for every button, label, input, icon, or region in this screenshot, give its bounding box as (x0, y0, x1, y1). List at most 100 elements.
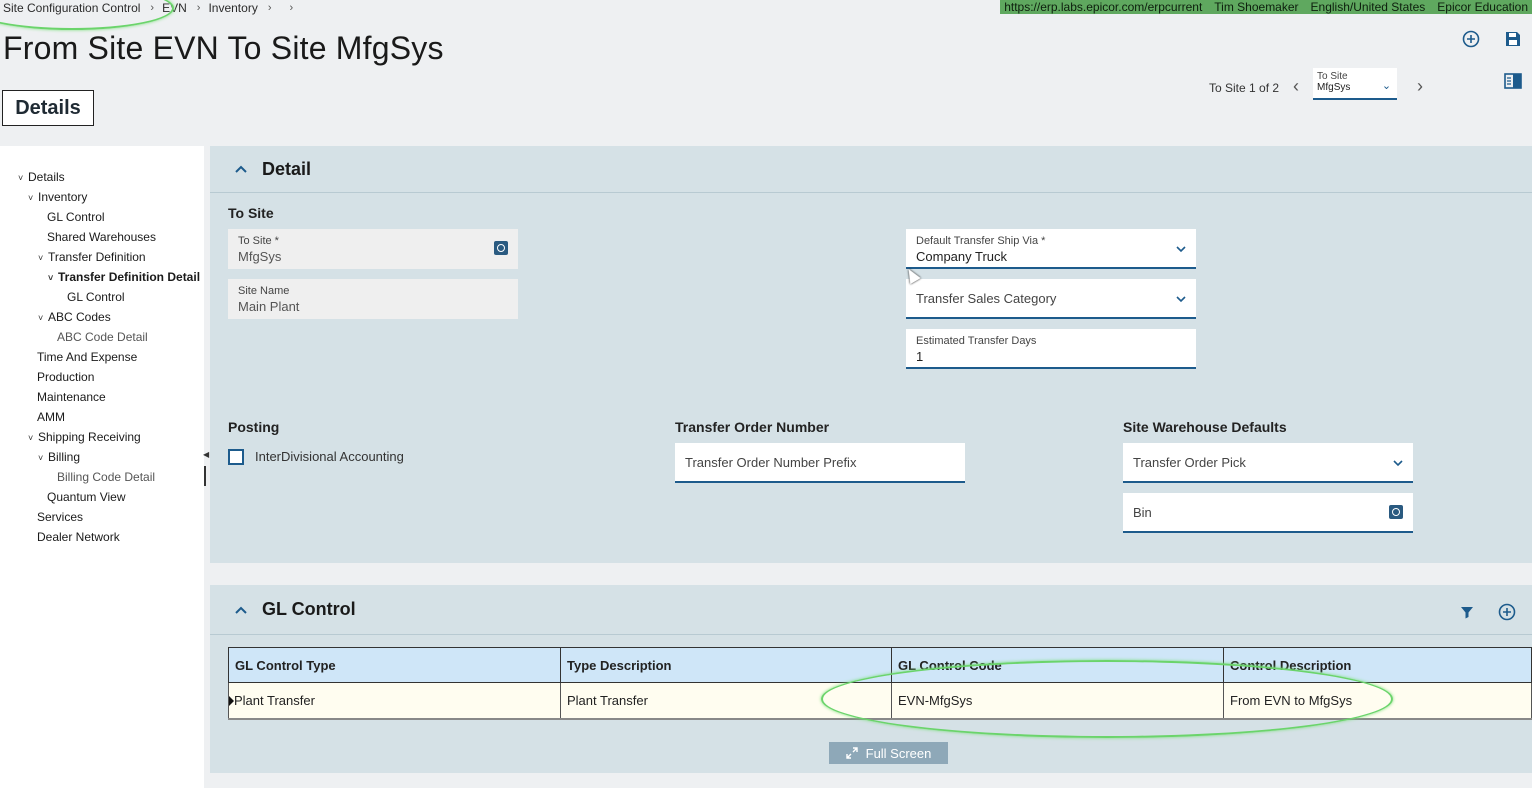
chevron-down-icon (1176, 292, 1186, 306)
site-warehouse-defaults-section-label: Site Warehouse Defaults (1123, 419, 1287, 435)
tree-splitter[interactable] (204, 466, 206, 486)
tree-item-gl-control[interactable]: GL Control (37, 210, 105, 224)
column-header-gl-control-type[interactable]: GL Control Type (228, 647, 561, 683)
page-title: From Site EVN To Site MfgSys (3, 30, 444, 66)
estimated-transfer-days-field[interactable]: Estimated Transfer Days 1 (906, 329, 1196, 369)
search-icon[interactable] (1389, 505, 1403, 519)
site-name-label: Site Name (238, 285, 290, 297)
expand-icon[interactable]: ˅ (28, 433, 38, 443)
gl-toolbar (1456, 601, 1518, 623)
chevron-up-icon[interactable] (234, 602, 248, 618)
tab-details[interactable]: Details (2, 90, 94, 126)
expand-icon[interactable]: ˅ (28, 193, 38, 203)
save-icon[interactable] (1502, 28, 1524, 50)
expand-icon (845, 747, 858, 759)
breadcrumb-item-site-config[interactable]: Site Configuration Control (3, 1, 146, 15)
sales-category-placeholder: Transfer Sales Category (916, 291, 1057, 306)
transfer-order-pick-placeholder: Transfer Order Pick (1133, 455, 1246, 470)
to-site-selector[interactable]: To Site MfgSys ⌄ (1313, 68, 1398, 100)
add-row-icon[interactable] (1496, 601, 1518, 623)
tree-item-billing[interactable]: ˅ Billing (38, 450, 80, 464)
bin-input[interactable]: Bin (1123, 493, 1413, 533)
expand-icon[interactable]: ˅ (38, 253, 48, 263)
pager-label: To Site 1 of 2 (1209, 81, 1280, 95)
tree-item-inventory[interactable]: ˅ Inventory (28, 190, 87, 204)
expand-icon[interactable]: ˅ (38, 313, 48, 323)
detail-panel: Detail To Site To Site * MfgSys Site Nam… (210, 146, 1532, 563)
company-name[interactable]: Epicor Education (1437, 0, 1528, 14)
column-header-gl-control-code[interactable]: GL Control Code (891, 647, 1224, 683)
full-screen-button[interactable]: Full Screen (829, 742, 948, 764)
chevron-right-icon[interactable]: › (1417, 76, 1423, 97)
cell-type-description[interactable]: Plant Transfer (560, 682, 892, 720)
sales-category-dropdown[interactable]: Transfer Sales Category (906, 279, 1196, 319)
server-url: https://erp.labs.epicor.com/erpcurrent (1004, 0, 1203, 14)
to-site-section-label: To Site (228, 205, 274, 221)
breadcrumb-separator-icon: › (150, 2, 155, 14)
breadcrumb-item-evn[interactable]: EVN (162, 1, 193, 15)
panel-toggle-icon[interactable] (1502, 70, 1524, 92)
gl-control-grid: GL Control Type Type Description GL Cont… (228, 647, 1532, 720)
tree-item-production[interactable]: Production (27, 370, 94, 384)
cell-control-description[interactable]: From EVN to MfgSys (1223, 682, 1532, 720)
chevron-down-icon (1393, 456, 1403, 470)
tree-item-maintenance[interactable]: Maintenance (27, 390, 106, 404)
chevron-down-icon (1176, 242, 1186, 256)
locale[interactable]: English/United States (1311, 0, 1426, 14)
chevron-down-icon: ⌄ (1381, 80, 1392, 92)
site-name-value: Main Plant (238, 299, 300, 314)
gl-control-panel-title: GL Control (262, 599, 356, 619)
system-info-bar: https://erp.labs.epicor.com/erpcurrent T… (1000, 0, 1532, 14)
expand-icon[interactable]: ˅ (18, 173, 28, 183)
tree-item-shared-warehouses[interactable]: Shared Warehouses (37, 230, 156, 244)
breadcrumb-separator-icon: › (289, 2, 294, 14)
tree-item-time-and-expense[interactable]: Time And Expense (27, 350, 137, 364)
tree-item-transfer-definition-detail[interactable]: ˅ Transfer Definition Detail (48, 270, 200, 284)
site-name-field[interactable]: Site Name Main Plant (228, 279, 518, 319)
tree-item-abc-code-detail[interactable]: ABC Code Detail (47, 330, 148, 344)
transfer-order-prefix-placeholder: Transfer Order Number Prefix (685, 455, 857, 470)
column-header-control-description[interactable]: Control Description (1223, 647, 1532, 683)
interdivisional-checkbox[interactable] (228, 449, 244, 465)
estimated-transfer-days-value: 1 (916, 349, 924, 364)
detail-panel-header[interactable]: Detail (210, 146, 1532, 193)
tree-item-dealer-network[interactable]: Dealer Network (27, 530, 120, 544)
tree-item-quantum-view[interactable]: Quantum View (37, 490, 126, 504)
expand-icon[interactable]: ˅ (48, 273, 58, 283)
transfer-order-prefix-input[interactable]: Transfer Order Number Prefix (675, 443, 965, 483)
search-icon[interactable] (494, 241, 508, 255)
tree-item-billing-code-detail[interactable]: Billing Code Detail (47, 470, 155, 484)
tree-item-details[interactable]: ˅ Details (18, 170, 65, 184)
column-header-type-description[interactable]: Type Description (560, 647, 892, 683)
chevron-up-icon[interactable] (234, 161, 248, 177)
interdivisional-label: InterDivisional Accounting (255, 449, 404, 464)
expand-icon[interactable]: ˅ (38, 453, 48, 463)
gl-control-panel: GL Control GL Control Type Type Descript… (210, 585, 1532, 773)
ship-via-dropdown[interactable]: Default Transfer Ship Via * Company Truc… (906, 229, 1196, 269)
cell-gl-control-code[interactable]: EVN-MfgSys (891, 682, 1224, 720)
add-new-icon[interactable] (1460, 28, 1482, 50)
transfer-order-pick-dropdown[interactable]: Transfer Order Pick (1123, 443, 1413, 483)
to-site-field[interactable]: To Site * MfgSys (228, 229, 518, 269)
estimated-transfer-days-label: Estimated Transfer Days (916, 335, 1037, 347)
tree-item-services[interactable]: Services (27, 510, 83, 524)
tree-item-shipping-receiving[interactable]: ˅ Shipping Receiving (28, 430, 141, 444)
record-pager: To Site 1 of 2 ‹ To Site MfgSys ⌄ › (1209, 68, 1423, 100)
chevron-left-icon[interactable]: ‹ (1293, 76, 1299, 97)
tree-item-gl-control-sub[interactable]: GL Control (57, 290, 125, 304)
to-site-label: To Site * (238, 235, 279, 247)
navigation-tree: ˅ Details ˅ Inventory GL Control Shared Wa… (0, 146, 204, 788)
cell-gl-control-type[interactable]: Plant Transfer (228, 682, 561, 720)
user-name[interactable]: Tim Shoemaker (1214, 0, 1298, 14)
breadcrumb-item-inventory[interactable]: Inventory (208, 1, 263, 15)
filter-icon[interactable] (1456, 601, 1478, 623)
full-screen-label: Full Screen (865, 745, 932, 761)
ship-via-label: Default Transfer Ship Via * (916, 235, 1046, 247)
table-row[interactable]: Plant Transfer Plant Transfer EVN-MfgSys… (228, 682, 1532, 720)
collapse-tree-icon[interactable]: ◀ (203, 450, 209, 459)
tree-item-abc-codes[interactable]: ˅ ABC Codes (38, 310, 111, 324)
gl-control-panel-header[interactable]: GL Control (210, 585, 1532, 635)
breadcrumb-separator-icon: › (267, 2, 272, 14)
tree-item-transfer-definition[interactable]: ˅ Transfer Definition (38, 250, 146, 264)
tree-item-amm[interactable]: AMM (27, 410, 65, 424)
